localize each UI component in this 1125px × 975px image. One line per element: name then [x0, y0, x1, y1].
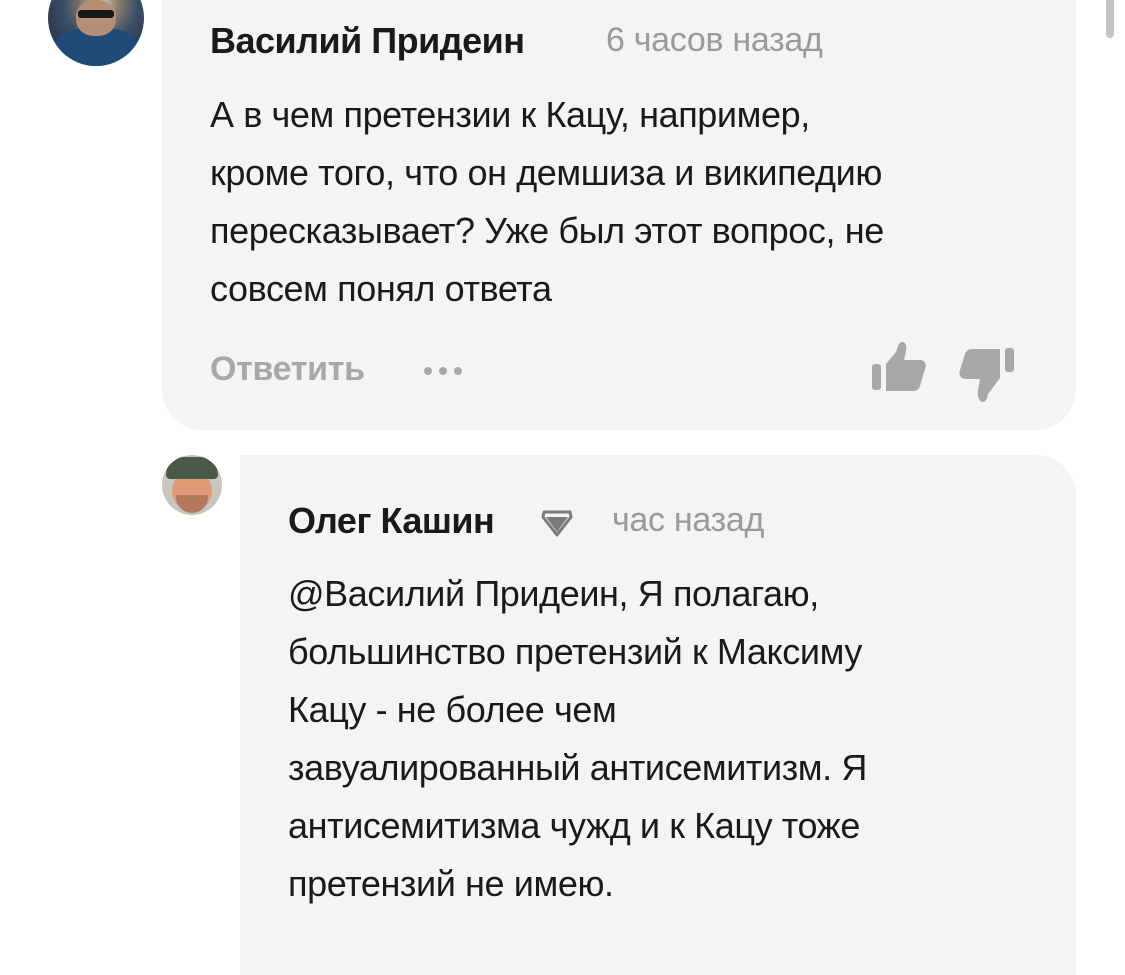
comment-author[interactable]: Василий Придеин	[210, 20, 525, 62]
comment-text-line: большинство претензий к Максиму	[288, 631, 862, 672]
comment-text-line: завуалированный антисемитизм. Я	[288, 747, 867, 788]
comment-text-line: претензий не имею.	[288, 863, 614, 904]
avatar[interactable]	[162, 455, 222, 515]
diamond-icon	[540, 508, 574, 538]
comment-text-line: @Василий Придеин, Я полагаю,	[288, 573, 819, 614]
avatar[interactable]	[48, 0, 144, 66]
reply-button[interactable]: Ответить	[210, 350, 365, 389]
scrollbar[interactable]	[1106, 0, 1114, 38]
comment-timestamp[interactable]: 6 часов назад	[606, 21, 823, 60]
comment-text-line: антисемитизма чужд и к Кацу тоже	[288, 805, 860, 846]
comment-text-line: Кацу - не более чем	[288, 689, 617, 730]
comment-text: @Василий Придеин, Я полагаю, большинство…	[288, 565, 1068, 913]
comment-text-line: пересказывает? Уже был этот вопрос, не	[210, 210, 884, 251]
ellipsis-icon[interactable]	[424, 356, 462, 386]
comment-timestamp[interactable]: час назад	[612, 501, 764, 540]
comment-text: А в чем претензии к Кацу, например, кром…	[210, 86, 1060, 318]
thumbs-up-icon[interactable]	[868, 338, 928, 398]
comment-text-line: совсем понял ответа	[210, 268, 552, 309]
comment-author[interactable]: Олег Кашин	[288, 500, 495, 542]
comment-text-line: кроме того, что он демшиза и википедию	[210, 152, 882, 193]
comment-text-line: А в чем претензии к Кацу, например,	[210, 94, 810, 135]
thumbs-down-icon[interactable]	[958, 346, 1018, 406]
